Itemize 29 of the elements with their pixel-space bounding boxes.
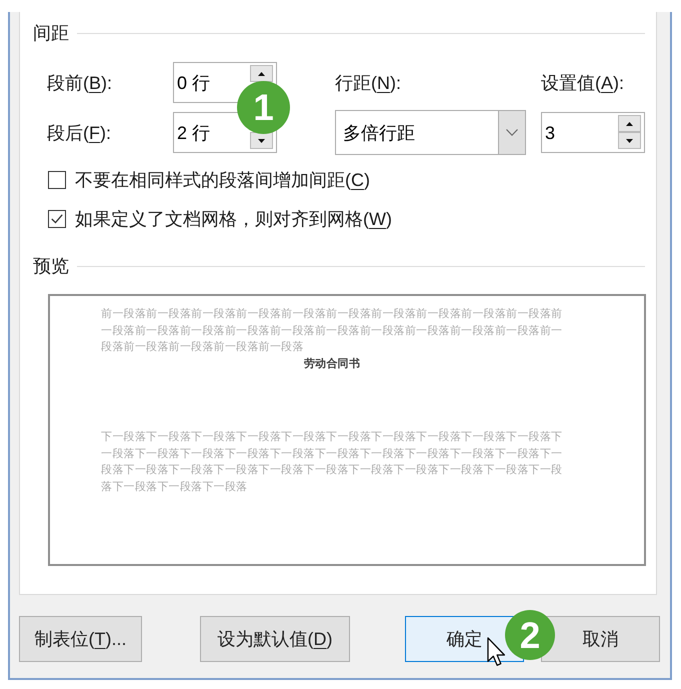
spin-up-button[interactable] [618, 115, 641, 132]
spacing-group-title: 间距 [33, 22, 69, 45]
triangle-up-icon [626, 122, 633, 126]
spin-down-button[interactable] [618, 132, 641, 149]
line-spacing-dropdown[interactable]: 多倍行距 [335, 110, 526, 155]
cancel-button[interactable]: 取消 [541, 616, 660, 662]
spacing-value-label: 设置值(A): [541, 72, 624, 94]
spin-down-button[interactable] [250, 132, 273, 149]
after-spacing-label: 段后(F): [47, 122, 111, 144]
chevron-down-icon [506, 129, 518, 136]
checkbox[interactable] [48, 210, 66, 228]
set-default-button[interactable]: 设为默认值(D) [200, 616, 350, 662]
mouse-pointer-icon [487, 637, 506, 667]
tabs-button[interactable]: 制表位(T)... [19, 616, 142, 662]
spacing-value-field[interactable]: 3 [541, 112, 645, 153]
checkbox[interactable] [48, 171, 66, 189]
checkmark-icon [51, 214, 63, 224]
preview-group-title: 预览 [33, 255, 69, 278]
triangle-down-icon [626, 138, 633, 142]
line-spacing-label: 行距(N): [335, 72, 401, 94]
spin-up-button[interactable] [250, 65, 273, 82]
before-spacing-label: 段前(B): [47, 72, 112, 94]
checkbox-label: 不要在相同样式的段落间增加间距(C) [75, 169, 370, 192]
triangle-up-icon [258, 72, 265, 76]
checkbox-label: 如果定义了文档网格，则对齐到网格(W) [75, 208, 392, 231]
sample-text: 劳动合同书 [304, 356, 360, 372]
next-paragraph-text: 下一段落下一段落下一段落下一段落下一段落下一段落下一段落下一段落下一段落下一段落下一段落下一段落下一段落下一段落下一段落下一段落下一段落下一段落下一段落下一段落下一段落下一段落下一段落下一段落下一段落下一段落下一段落下一段落下一段落下一段落下一段落下一段落下一段落下一段落 [101, 430, 563, 494]
previous-paragraph-text: 前一段落前一段落前一段落前一段落前一段落前一段落前一段落前一段落前一段落前一段落前一段落前一段落前一段落前一段落前一段落前一段落前一段落前一段落前一段落前一段落前一段落前一段落前一段落前一段落前一段落 [101, 307, 563, 355]
triangle-down-icon [258, 138, 265, 142]
